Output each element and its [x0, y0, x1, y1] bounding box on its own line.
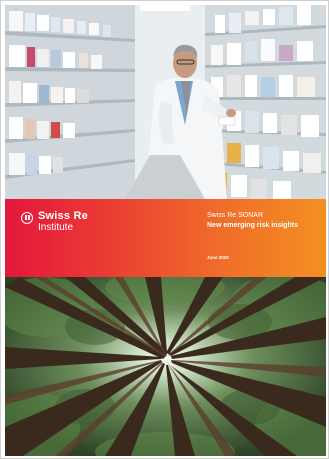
report-series: Swiss Re SONAR — [207, 212, 264, 219]
report-title: New emerging risk insights — [207, 222, 299, 229]
logo-subtitle: Institute — [38, 221, 74, 233]
forest-canopy-photo — [5, 277, 326, 456]
logo-brand: Swiss Re — [38, 210, 88, 222]
report-date: June 2020 — [207, 255, 229, 260]
swiss-re-institute-logo: Swiss Re Institute — [21, 210, 88, 233]
report-cover: Swiss Re Institute Swiss Re SONAR New em… — [0, 0, 329, 459]
forest-canopy-illustration — [5, 277, 326, 456]
title-band: Swiss Re Institute Swiss Re SONAR New em… — [5, 199, 326, 277]
swiss-re-mark-icon — [21, 212, 33, 224]
pharmacy-photo — [5, 5, 326, 199]
pharmacy-illustration — [5, 5, 326, 199]
